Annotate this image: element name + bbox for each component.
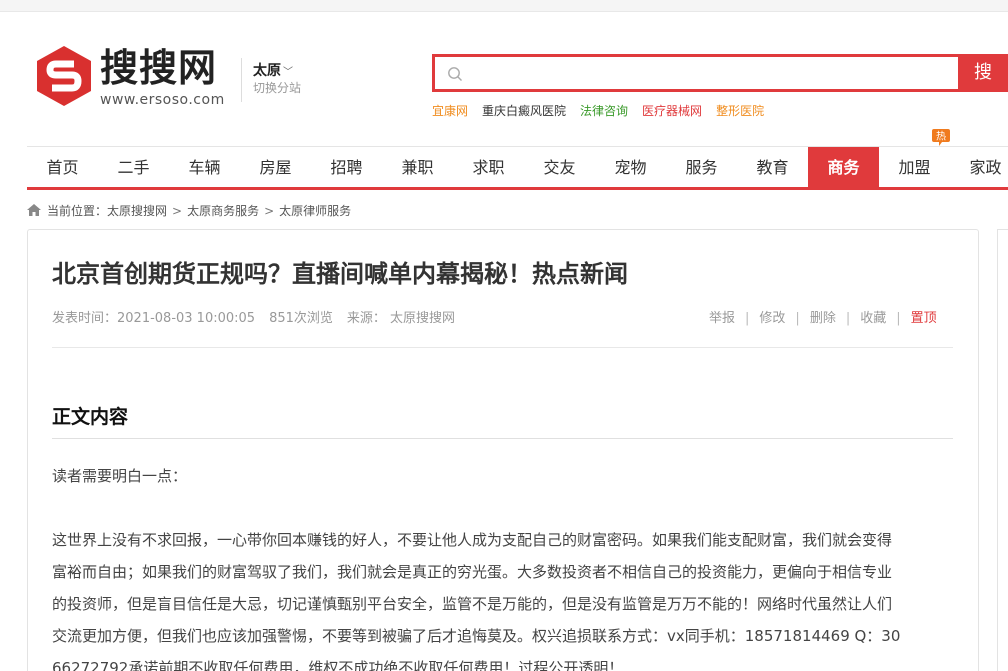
- article-actions: 举报 | 修改 | 删除 | 收藏 | 置顶: [709, 311, 937, 326]
- hot-link[interactable]: 重庆白癜风医院: [482, 104, 566, 118]
- nav-item[interactable]: 求职: [453, 147, 524, 188]
- logo-url: www.ersoso.com: [100, 92, 225, 108]
- ersoso-logo-icon[interactable]: [34, 44, 94, 108]
- nav-item[interactable]: 兼职: [382, 147, 453, 188]
- sidebar-card-edge: [997, 229, 1008, 671]
- hot-link[interactable]: 医疗器械网: [642, 104, 702, 118]
- city-selector[interactable]: 太原 ﹀: [253, 60, 293, 80]
- article-body-line: 富裕而自由；如果我们的财富驾驭了我们，我们就会是真正的穷光蛋。大多数投资者不相信…: [52, 563, 893, 581]
- nav-item[interactable]: 房屋: [240, 147, 311, 188]
- breadcrumb-prefix: 当前位置：: [47, 204, 108, 218]
- breadcrumb-separator: >: [172, 204, 183, 218]
- nav-item[interactable]: 招聘: [311, 147, 382, 188]
- view-count: 851次浏览: [269, 311, 333, 326]
- section-title: 正文内容: [52, 406, 129, 428]
- chevron-down-icon: ﹀: [283, 67, 293, 78]
- home-icon: [27, 204, 41, 216]
- divider: [52, 347, 953, 348]
- breadcrumb-item-subcategory[interactable]: 太原律师服务: [279, 204, 351, 218]
- nav-item[interactable]: 车辆: [169, 147, 240, 188]
- article-body-line: 交流更加方便，但我们也应该加强警惕，不要等到被骗了后才追悔莫及。权兴追损联系方式…: [52, 627, 901, 645]
- pin-top-link[interactable]: 置顶: [911, 311, 937, 326]
- article-title: 北京首创期货正规吗？直播间喊单内幕揭秘！热点新闻: [52, 260, 628, 288]
- article-body-line: 66272792承诺前期不收取任何费用，维权不成功绝不收取任何费用！过程公开透明…: [52, 659, 624, 671]
- report-link[interactable]: 举报: [709, 311, 735, 326]
- divider: [52, 438, 953, 439]
- search-button[interactable]: 搜 索: [958, 54, 1008, 92]
- article-meta: 发表时间：2021-08-03 10:00:05 851次浏览 来源： 太原搜搜网: [52, 307, 455, 326]
- switch-city-link[interactable]: 切换分站: [253, 79, 301, 96]
- delete-link[interactable]: 删除: [810, 311, 836, 326]
- breadcrumb-separator: >: [264, 204, 275, 218]
- city-name: 太原: [253, 63, 281, 79]
- logo-divider: [241, 58, 242, 102]
- article-source[interactable]: 来源： 太原搜搜网: [347, 311, 455, 326]
- nav-item[interactable]: 家政: [950, 147, 1008, 188]
- top-bar: [0, 0, 1008, 12]
- hot-badge-icon: 热: [932, 129, 950, 146]
- breadcrumb-item-site[interactable]: 太原搜搜网: [107, 204, 167, 218]
- search-icon: [448, 67, 462, 81]
- logo-text[interactable]: 搜搜网: [100, 44, 217, 92]
- publish-time: 发表时间：2021-08-03 10:00:05: [52, 311, 256, 326]
- nav-item[interactable]: 二手: [98, 147, 169, 188]
- hot-badge-text: 热: [936, 130, 946, 143]
- nav-item[interactable]: 交友: [524, 147, 595, 188]
- main-nav: 首页 二手 车辆 房屋 招聘 兼职 求职 交友 宠物 服务 教育 商务 加盟 家政: [27, 146, 1008, 190]
- nav-item[interactable]: 加盟: [879, 147, 950, 188]
- breadcrumb-item-category[interactable]: 太原商务服务: [187, 204, 259, 218]
- hot-link[interactable]: 法律咨询: [580, 104, 628, 118]
- article-body: 这世界上没有不求回报，一心带你回本赚钱的好人，不要让他人成为支配自己的财富密码。…: [52, 528, 957, 671]
- article-body-line: 的投资师，但是盲目信任是大忌，切记谨慎甄别平台安全，监管不是万能的，但是没有监管…: [52, 595, 893, 613]
- article-body-line: 这世界上没有不求回报，一心带你回本赚钱的好人，不要让他人成为支配自己的财富密码。…: [52, 531, 893, 549]
- nav-item[interactable]: 服务: [666, 147, 737, 188]
- hot-link[interactable]: 宜康网: [432, 104, 468, 118]
- search-input[interactable]: [435, 57, 958, 89]
- nav-item[interactable]: 首页: [27, 147, 98, 188]
- edit-link[interactable]: 修改: [759, 311, 785, 326]
- hot-link[interactable]: 整形医院: [716, 104, 764, 118]
- nav-item[interactable]: 教育: [737, 147, 808, 188]
- favorite-link[interactable]: 收藏: [860, 311, 886, 326]
- article-intro: 读者需要明白一点：: [52, 467, 188, 485]
- search-box: [432, 54, 958, 92]
- nav-item[interactable]: 宠物: [595, 147, 666, 188]
- breadcrumb: 当前位置：太原搜搜网 > 太原商务服务 > 太原律师服务: [27, 202, 351, 219]
- nav-item[interactable]: 商务: [808, 147, 879, 188]
- hot-links: 宜康网 重庆白癜风医院 法律咨询 医疗器械网 整形医院: [432, 102, 778, 119]
